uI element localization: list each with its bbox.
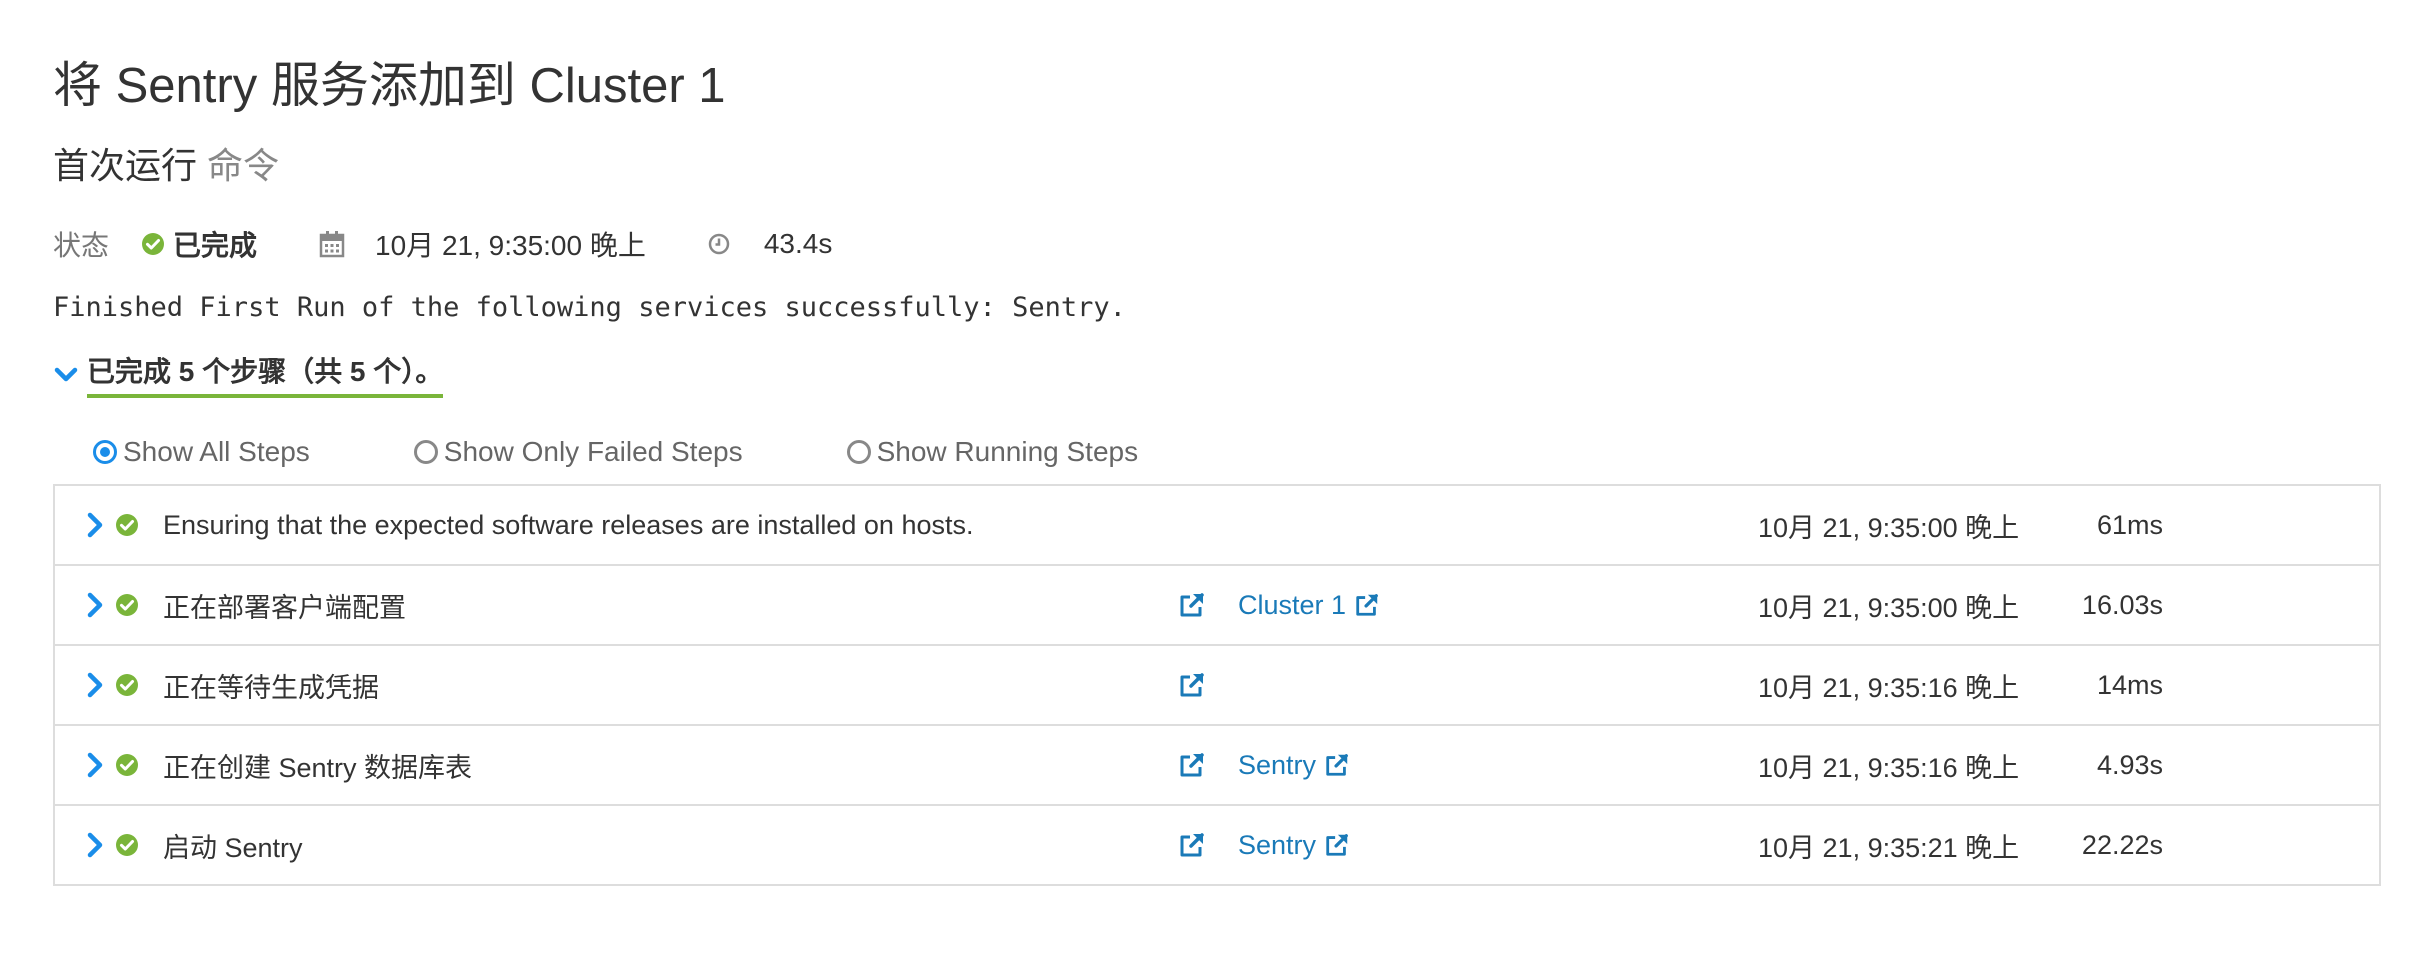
external-link-icon bbox=[1346, 592, 1380, 618]
step-row: Ensuring that the expected software rele… bbox=[55, 486, 2379, 566]
filter-running-steps[interactable]: Show Running Steps bbox=[846, 436, 1139, 468]
chevron-right-icon[interactable] bbox=[85, 486, 105, 564]
steps-toggle[interactable]: 已完成 5 个步骤（共 5 个）。 bbox=[53, 350, 444, 398]
chevron-right-icon[interactable] bbox=[85, 806, 105, 884]
status-duration: 43.4s bbox=[763, 228, 833, 259]
step-name: 启动 Sentry bbox=[163, 832, 303, 863]
step-target-label: Cluster 1 bbox=[1238, 589, 1347, 620]
step-row: 启动 Sentry Sentry 10月 21, 9:35:21 晚上 22.2… bbox=[55, 806, 2379, 884]
step-row: 正在等待生成凭据 10月 21, 9:35:16 晚上 14ms bbox=[55, 646, 2379, 726]
chevron-right-icon[interactable] bbox=[85, 566, 105, 644]
check-circle-icon bbox=[115, 806, 139, 884]
clock-icon bbox=[708, 233, 730, 255]
check-circle-icon bbox=[141, 232, 165, 256]
status-timestamp: 10月 21, 9:35:00 晚上 bbox=[375, 230, 646, 261]
subtitle-command-name: 首次运行 bbox=[53, 145, 198, 186]
step-start-time: 10月 21, 9:35:16 晚上 bbox=[1758, 752, 2020, 783]
check-circle-icon bbox=[115, 646, 139, 724]
external-link-icon[interactable] bbox=[1178, 726, 1206, 804]
step-name: Ensuring that the expected software rele… bbox=[163, 509, 974, 540]
result-message: Finished First Run of the following serv… bbox=[53, 292, 1126, 323]
step-start-time: 10月 21, 9:35:16 晚上 bbox=[1758, 672, 2020, 703]
step-duration: 61ms bbox=[2096, 509, 2163, 540]
filter-label: Show All Steps bbox=[123, 436, 310, 467]
radio-button[interactable] bbox=[846, 440, 871, 464]
external-link-icon bbox=[1316, 832, 1350, 858]
step-duration: 14ms bbox=[2096, 669, 2163, 700]
steps-summary: 已完成 5 个步骤（共 5 个）。 bbox=[87, 350, 444, 398]
step-row: 正在部署客户端配置 Cluster 1 10月 21, 9:35:00 晚上 1… bbox=[55, 566, 2379, 646]
step-target-link[interactable]: Sentry bbox=[1238, 726, 1350, 804]
chevron-right-icon[interactable] bbox=[85, 726, 105, 804]
chevron-down-icon bbox=[53, 361, 79, 387]
filter-label: Show Running Steps bbox=[876, 436, 1139, 467]
step-target-label: Sentry bbox=[1238, 749, 1317, 780]
step-start-time: 10月 21, 9:35:00 晚上 bbox=[1758, 592, 2020, 623]
step-name: 正在部署客户端配置 bbox=[163, 592, 406, 623]
step-duration: 22.22s bbox=[2081, 829, 2163, 860]
external-link-icon[interactable] bbox=[1178, 646, 1206, 724]
step-target-link[interactable]: Cluster 1 bbox=[1238, 566, 1380, 644]
external-link-icon[interactable] bbox=[1178, 566, 1206, 644]
check-circle-icon bbox=[115, 566, 139, 644]
filter-label: Show Only Failed Steps bbox=[443, 436, 743, 467]
step-row: 正在创建 Sentry 数据库表 Sentry 10月 21, 9:35:16 … bbox=[55, 726, 2379, 806]
page-subtitle: 首次运行 命令 bbox=[53, 142, 279, 190]
step-name: 正在等待生成凭据 bbox=[163, 672, 379, 703]
step-target-link[interactable]: Sentry bbox=[1238, 806, 1350, 884]
chevron-right-icon[interactable] bbox=[85, 646, 105, 724]
radio-button[interactable] bbox=[93, 440, 117, 464]
step-duration: 16.03s bbox=[2081, 589, 2163, 620]
filter-failed-steps[interactable]: Show Only Failed Steps bbox=[413, 436, 743, 468]
step-start-time: 10月 21, 9:35:00 晚上 bbox=[1758, 512, 2020, 543]
status-badge: 已完成 bbox=[173, 230, 258, 261]
status-row: 状态 已完成 10月 21, 9:35:00 晚上 43.4s bbox=[53, 222, 832, 266]
page-title: 将 Sentry 服务添加到 Cluster 1 bbox=[53, 59, 726, 113]
step-filter-group: Show All Steps Show Only Failed Steps Sh… bbox=[93, 432, 1138, 472]
steps-table: Ensuring that the expected software rele… bbox=[53, 484, 2381, 886]
status-label: 状态 bbox=[53, 230, 110, 261]
step-start-time: 10月 21, 9:35:21 晚上 bbox=[1758, 832, 2020, 863]
step-target-label: Sentry bbox=[1238, 829, 1317, 860]
check-circle-icon bbox=[115, 486, 139, 564]
step-name: 正在创建 Sentry 数据库表 bbox=[163, 752, 473, 783]
radio-button[interactable] bbox=[413, 440, 438, 464]
command-details-page: 将 Sentry 服务添加到 Cluster 1 首次运行 命令 状态 已完成 … bbox=[0, 0, 2416, 960]
filter-all-steps[interactable]: Show All Steps bbox=[93, 436, 310, 468]
step-duration: 4.93s bbox=[2096, 749, 2163, 780]
subtitle-command-label: 命令 bbox=[207, 145, 280, 186]
external-link-icon[interactable] bbox=[1178, 806, 1206, 884]
check-circle-icon bbox=[115, 726, 139, 804]
calendar-icon bbox=[319, 230, 345, 258]
external-link-icon bbox=[1316, 752, 1350, 778]
